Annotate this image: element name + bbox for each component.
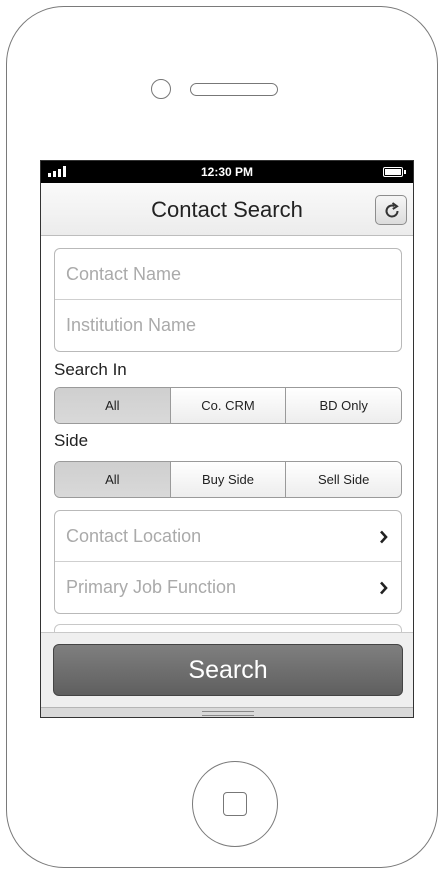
side-sell-side[interactable]: Sell Side: [285, 462, 401, 497]
name-fields: [54, 248, 402, 352]
picker-group: Contact Location Primary Job Function: [54, 510, 402, 614]
refresh-icon: [385, 202, 399, 218]
side-all[interactable]: All: [55, 462, 170, 497]
nav-bar: Contact Search: [41, 183, 413, 236]
primary-job-function-row[interactable]: Primary Job Function: [55, 562, 401, 613]
institution-name-row: [55, 300, 401, 351]
side-buy-side[interactable]: Buy Side: [169, 462, 286, 497]
side-segmented-control: All Buy Side Sell Side: [54, 461, 402, 498]
refresh-button[interactable]: [375, 195, 407, 225]
side-label: Side: [54, 431, 89, 450]
grip-handle[interactable]: [202, 711, 254, 716]
battery-icon: [383, 167, 406, 177]
bottom-handle-strip: [41, 707, 413, 717]
speaker-icon: [190, 83, 278, 96]
search-in-segmented-control: All Co. CRM BD Only: [54, 387, 402, 424]
app-screen: 12:30 PM Contact Search Search In All Co…: [40, 160, 414, 718]
contact-name-row: [55, 249, 401, 300]
contact-location-label: Contact Location: [66, 525, 202, 546]
home-button[interactable]: [192, 761, 278, 847]
camera-icon: [151, 79, 171, 99]
page-title: Contact Search: [151, 197, 303, 222]
primary-job-function-label: Primary Job Function: [66, 577, 237, 597]
search-in-all[interactable]: All: [55, 388, 170, 423]
contact-name-input[interactable]: [66, 263, 401, 285]
search-in-co-crm[interactable]: Co. CRM: [169, 388, 286, 423]
institution-name-input[interactable]: [66, 315, 401, 336]
home-square-icon: [223, 792, 247, 816]
search-in-bd-only[interactable]: BD Only: [285, 388, 401, 423]
status-time: 12:30 PM: [200, 165, 254, 179]
chevron-right-icon: [380, 581, 388, 595]
contact-location-row[interactable]: Contact Location: [55, 511, 401, 562]
search-in-label: Search In: [54, 360, 127, 379]
chevron-right-icon: [380, 530, 388, 544]
bottom-toolbar: Search: [41, 632, 413, 717]
status-bar: 12:30 PM: [41, 161, 413, 183]
search-button[interactable]: Search: [53, 644, 403, 696]
